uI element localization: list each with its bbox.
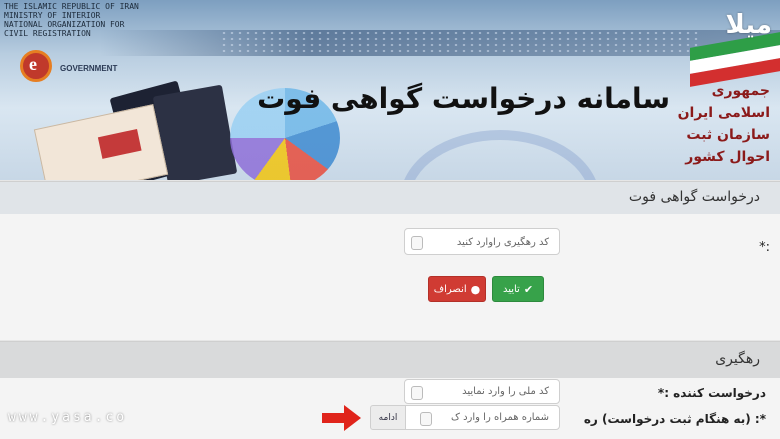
check-icon: ✔ xyxy=(523,282,534,296)
page-title: سامانه درخواست گواهی فوت xyxy=(257,82,670,115)
input-icon xyxy=(411,236,423,250)
national-code-placeholder: کد ملی را وارد نمایید xyxy=(462,386,549,397)
phone-label: *: (به هنگام ثبت درخواست) ره xyxy=(583,412,766,426)
request-section-header: درخواست گواهی فوت xyxy=(0,181,780,215)
banner-dots xyxy=(220,30,700,56)
phone-input[interactable]: شماره همراه را وارد ک xyxy=(405,405,560,430)
tracking-code-placeholder: کد رهگیری راوارد کنید xyxy=(456,237,549,248)
request-section-title: درخواست گواهی فوت xyxy=(628,189,760,205)
confirm-label: تایید xyxy=(502,283,520,295)
phone-placeholder: شماره همراه را وارد ک xyxy=(450,412,549,423)
egov-letter: e xyxy=(29,54,37,74)
site-watermark: www.yasa.co xyxy=(8,410,128,425)
tracking-code-input[interactable]: کد رهگیری راوارد کنید xyxy=(404,228,560,255)
request-panel xyxy=(0,214,780,340)
continue-button[interactable]: ادامه xyxy=(370,405,406,430)
documents-illustration xyxy=(33,78,260,180)
rings-graphic xyxy=(400,130,600,180)
tracking-section-title: رهگیری xyxy=(715,351,760,367)
watermark-logo: میلا xyxy=(725,10,772,40)
confirm-button[interactable]: ✔ تایید xyxy=(492,276,544,302)
national-code-input[interactable]: کد ملی را وارد نمایید xyxy=(404,379,560,404)
tracking-field-label: *: xyxy=(759,240,770,255)
cancel-label: انصراف xyxy=(433,283,467,295)
header-banner: THE ISLAMIC REPUBLIC OF IRAN MINISTRY OF… xyxy=(0,0,780,180)
input-icon xyxy=(411,386,423,400)
cancel-icon: ● xyxy=(470,282,481,296)
organization-name: جمهوری اسلامی ایران سازمان ثبت احوال کشو… xyxy=(677,83,770,165)
cancel-button[interactable]: ● انصراف xyxy=(428,276,486,302)
egov-text: GOVERNMENT xyxy=(60,64,118,73)
tracking-section-header: رهگیری xyxy=(0,341,780,379)
id-card-icon xyxy=(33,104,169,180)
red-arrow-icon xyxy=(322,405,361,431)
continue-label: ادامه xyxy=(378,412,398,423)
applicant-label: درخواست کننده :* xyxy=(657,386,766,400)
input-icon xyxy=(420,412,432,426)
